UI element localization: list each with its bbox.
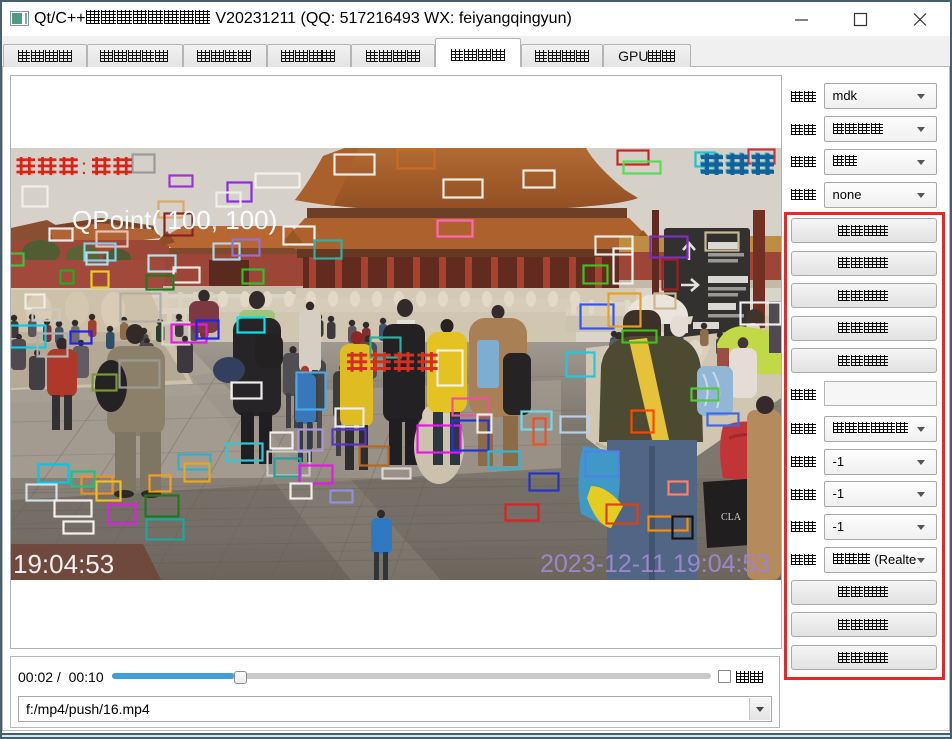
svg-text:2023-12-11 19:04:53: 2023-12-11 19:04:53 [540,550,770,578]
svg-text::: : [81,156,87,179]
svg-text:19:04:53: 19:04:53 [13,549,114,579]
svg-text:QPoint( 100, 100): QPoint( 100, 100) [72,205,277,235]
